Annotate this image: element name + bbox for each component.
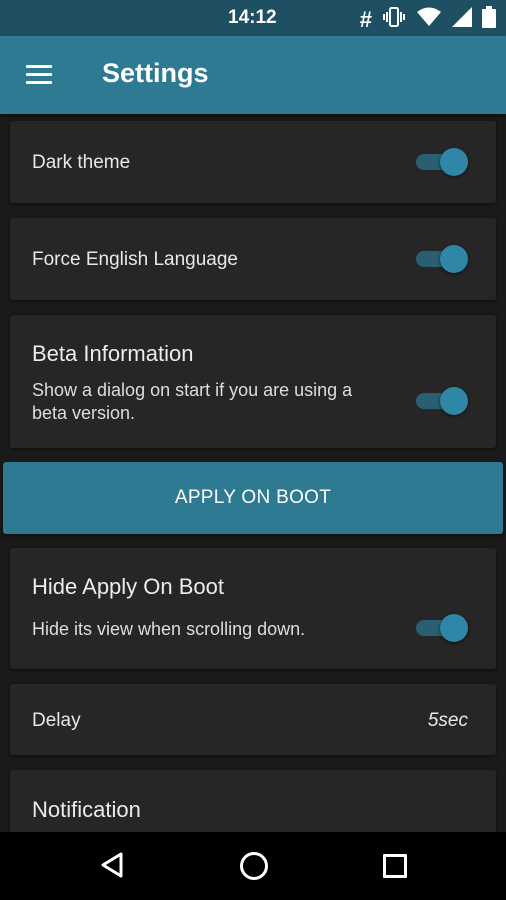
- force-english-label: Force English Language: [32, 249, 238, 270]
- hide-apply-on-boot-toggle[interactable]: [416, 614, 468, 642]
- navigation-bar: [0, 832, 506, 900]
- hide-apply-on-boot-setting[interactable]: Hide Apply On Boot Hide its view when sc…: [10, 548, 496, 669]
- dark-theme-toggle[interactable]: [416, 148, 468, 176]
- settings-list[interactable]: Dark theme Force English Language Beta I…: [0, 114, 506, 832]
- force-english-toggle[interactable]: [416, 245, 468, 273]
- app-bar: Settings: [0, 36, 506, 114]
- delay-setting[interactable]: Delay 5sec: [10, 684, 496, 755]
- beta-information-description: Show a dialog on start if you are using …: [32, 380, 353, 423]
- status-time: 14:12: [228, 7, 277, 28]
- delay-value: 5sec: [427, 710, 468, 731]
- notification-setting[interactable]: Notification: [10, 770, 496, 832]
- hide-apply-on-boot-description: Hide its view when scrolling down.: [32, 619, 306, 639]
- battery-icon: [482, 6, 496, 33]
- hide-apply-on-boot-title: Hide Apply On Boot: [32, 574, 225, 599]
- page-title: Settings: [102, 58, 209, 88]
- apply-on-boot-button[interactable]: APPLY ON BOOT: [3, 462, 503, 534]
- delay-label: Delay: [32, 710, 81, 731]
- status-icons: #: [360, 6, 496, 33]
- vibrate-icon: [382, 6, 406, 33]
- wifi-icon: [416, 7, 442, 32]
- beta-information-toggle[interactable]: [416, 387, 468, 415]
- hamburger-menu-icon[interactable]: [26, 65, 52, 85]
- beta-information-setting[interactable]: Beta Information Show a dialog on start …: [10, 315, 496, 448]
- signal-icon: [452, 7, 472, 32]
- dark-theme-label: Dark theme: [32, 152, 131, 173]
- hash-icon: #: [359, 6, 372, 32]
- back-icon[interactable]: [100, 852, 124, 883]
- notification-title: Notification: [32, 797, 141, 822]
- recents-icon[interactable]: [383, 854, 407, 878]
- status-bar: 14:12 #: [0, 0, 506, 36]
- home-icon[interactable]: [240, 852, 268, 880]
- beta-information-title: Beta Information: [32, 341, 194, 366]
- dark-theme-setting[interactable]: Dark theme: [10, 121, 496, 203]
- force-english-setting[interactable]: Force English Language: [10, 218, 496, 300]
